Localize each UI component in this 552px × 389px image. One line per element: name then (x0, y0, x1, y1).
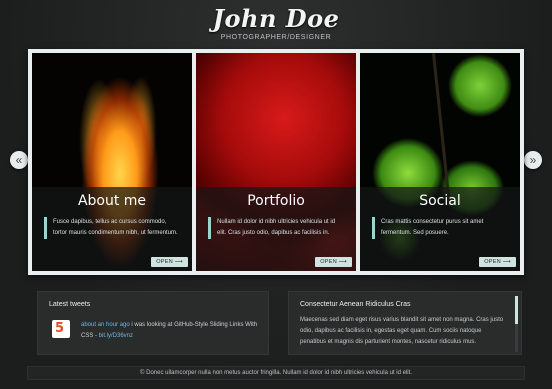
site-title[interactable]: John Doe (0, 4, 552, 33)
panel-caption: Portfolio Nullam id dolor id nibh ultric… (196, 187, 356, 271)
open-button[interactable]: OPEN ⟶ (151, 257, 188, 267)
panel-social[interactable]: Social Cras mattis consectetur purus sit… (360, 53, 520, 271)
footer: © Donec ullamcorper nulla non metus auct… (27, 366, 525, 380)
panel-about[interactable]: About me Fusce dapibus, tellus ac cursus… (32, 53, 192, 271)
slider-frame: About me Fusce dapibus, tellus ac cursus… (28, 49, 524, 275)
slider-prev-button[interactable]: « (10, 151, 28, 169)
slider-next-button[interactable]: » (524, 151, 542, 169)
panel-title: Portfolio (247, 193, 305, 209)
open-button[interactable]: OPEN ⟶ (479, 257, 516, 267)
text-widget: Consectetur Aenean Ridiculus Cras Maecen… (288, 291, 522, 355)
tweets-title: Latest tweets (49, 301, 91, 308)
text-widget-title: Consectetur Aenean Ridiculus Cras (300, 301, 411, 308)
panel-description: Fusce dapibus, tellus ac cursus commodo,… (44, 217, 180, 239)
scrollbar-thumb[interactable] (515, 296, 518, 324)
scrollbar[interactable] (515, 296, 518, 352)
panel-description: Cras mattis consectetur purus sit amet f… (372, 217, 508, 239)
tweet-item: about an hour ago i was looking at GitHu… (81, 320, 260, 342)
panel-description: Nullam id dolor id nibh ultricies vehicu… (208, 217, 344, 239)
tweets-widget: Latest tweets about an hour ago i was lo… (37, 291, 269, 355)
site-header: John Doe PHOTOGRAPHER/DESIGNER (0, 4, 552, 41)
panel-caption: Social Cras mattis consectetur purus sit… (360, 187, 520, 271)
open-button[interactable]: OPEN ⟶ (315, 257, 352, 267)
panel-title: About me (77, 193, 147, 209)
text-widget-body: Maecenas sed diam eget risus varius blan… (300, 317, 504, 345)
site-subtitle: PHOTOGRAPHER/DESIGNER (220, 34, 332, 41)
tweet-url-link[interactable]: bit.ly/D36vnz (99, 333, 133, 339)
panel-portfolio[interactable]: Portfolio Nullam id dolor id nibh ultric… (196, 53, 356, 271)
panel-caption: About me Fusce dapibus, tellus ac cursus… (32, 187, 192, 271)
html5-avatar-icon (52, 320, 70, 338)
tweet-time-link[interactable]: about an hour ago (81, 322, 130, 328)
panel-title: Social (419, 193, 461, 209)
